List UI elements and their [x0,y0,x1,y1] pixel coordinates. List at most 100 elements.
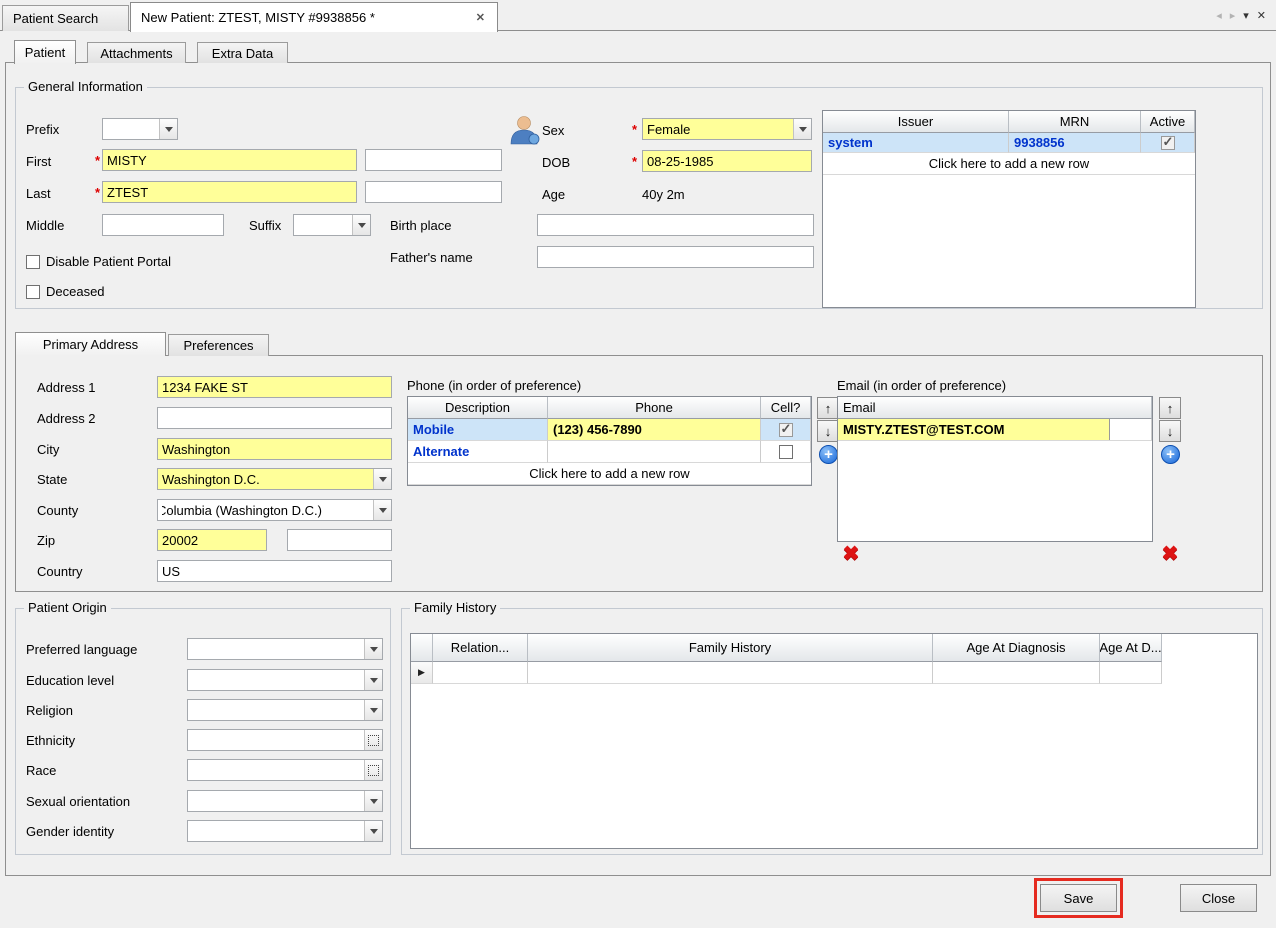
relation-column-header[interactable]: Relation... [433,634,528,662]
relation-cell[interactable] [433,662,528,684]
phone-column-header[interactable]: Phone [548,397,761,419]
phone-description-cell[interactable]: Alternate [408,441,548,463]
chevron-down-icon[interactable] [352,215,370,235]
religion-select[interactable] [187,699,383,721]
close-button[interactable]: Close [1180,884,1257,912]
issuer-column-header[interactable]: Issuer [823,111,1009,133]
sexual-orientation-select[interactable] [187,790,383,812]
tab-attachments[interactable]: Attachments [87,42,186,63]
family-history-column-header[interactable]: Family History [528,634,933,662]
scroll-right-icon[interactable]: ▸ [1230,9,1236,22]
cell-checkbox[interactable] [778,421,793,437]
country-input[interactable] [157,560,392,582]
last-name-alt-input[interactable] [365,181,502,203]
chevron-down-icon[interactable] [364,791,382,811]
age-at-diagnosis-cell[interactable] [933,662,1100,684]
chevron-down-icon[interactable] [159,119,177,139]
family-history-group: Family History Relation... Family Histor… [401,600,1263,855]
dob-input[interactable] [642,150,812,172]
email-row[interactable]: MISTY.ZTEST@TEST.COM [838,419,1152,441]
mrn-add-row[interactable]: Click here to add a new row [823,153,1195,175]
mrn-cell[interactable]: 9938856 [1009,133,1141,153]
phone-number-cell[interactable] [548,441,761,463]
zip-input[interactable] [157,529,267,551]
cell-checkbox[interactable] [778,444,793,459]
email-cell[interactable]: MISTY.ZTEST@TEST.COM [838,419,1152,441]
preferred-language-select[interactable] [187,638,383,660]
suffix-select[interactable] [293,214,371,236]
phone-add-row[interactable]: Click here to add a new row [408,463,811,485]
deceased-checkbox[interactable] [26,284,40,299]
family-history-row[interactable]: ▶ [411,662,1257,684]
email-delete-button[interactable]: ✖ [1159,542,1181,565]
chevron-down-icon[interactable] [793,119,811,139]
chevron-down-icon[interactable] [364,821,382,841]
address1-input[interactable] [157,376,392,398]
first-name-input[interactable] [102,149,357,171]
tab-preferences[interactable]: Preferences [168,334,269,356]
email-move-up-button[interactable]: ↑ [1159,397,1181,419]
email-add-button[interactable]: + [1161,445,1180,464]
age-at-death-cell[interactable] [1100,662,1162,684]
prefix-select[interactable] [102,118,178,140]
chevron-down-icon[interactable] [364,670,382,690]
tab-patient-search[interactable]: Patient Search [2,5,129,31]
age-at-death-column-header[interactable]: Age At D... [1100,634,1162,662]
tab-new-patient[interactable]: New Patient: ZTEST, MISTY #9938856 * ✕ [130,2,498,32]
mrn-row[interactable]: system 9938856 [823,133,1195,153]
email-column-header[interactable]: Email [838,397,1152,419]
scroll-left-icon[interactable]: ◂ [1216,9,1222,22]
phone-row-mobile[interactable]: Mobile (123) 456-7890 [408,419,811,441]
zip-ext-input[interactable] [287,529,392,551]
family-history-cell[interactable] [528,662,933,684]
phone-row-alternate[interactable]: Alternate [408,441,811,463]
chevron-down-icon[interactable] [364,639,382,659]
patient-photo-button[interactable] [507,112,541,146]
active-cell [1141,133,1195,153]
county-select[interactable]: Columbia (Washington D.C.) [157,499,392,521]
city-input[interactable] [157,438,392,460]
middle-name-input[interactable] [102,214,224,236]
race-select[interactable] [187,759,383,781]
active-column-header[interactable]: Active [1141,111,1195,133]
multi-select-icon[interactable] [364,730,382,750]
age-at-diagnosis-column-header[interactable]: Age At Diagnosis [933,634,1100,662]
phone-add-button[interactable]: + [819,445,838,464]
tab-patient[interactable]: Patient [14,40,76,64]
tab-list-icon[interactable]: ▾ [1243,9,1249,22]
phone-delete-button[interactable]: ✖ [840,542,862,565]
tab-close-icon[interactable]: ✕ [474,11,487,24]
active-checkbox[interactable] [1160,134,1175,150]
disable-portal-checkbox[interactable] [26,254,40,269]
phone-move-up-button[interactable]: ↑ [817,397,839,419]
close-icon[interactable]: ✕ [1257,9,1266,22]
tab-primary-address[interactable]: Primary Address [15,332,166,356]
chevron-down-icon[interactable] [373,469,391,489]
mrn-column-header[interactable]: MRN [1009,111,1141,133]
gender-identity-select[interactable] [187,820,383,842]
required-marker: * [95,153,101,168]
issuer-cell[interactable]: system [823,133,1009,153]
email-move-down-button[interactable]: ↓ [1159,420,1181,442]
cell-column-header[interactable]: Cell? [761,397,811,419]
phone-description-cell[interactable]: Mobile [408,419,548,441]
phone-number-cell[interactable]: (123) 456-7890 [548,419,761,441]
email-value[interactable]: MISTY.ZTEST@TEST.COM [838,419,1110,440]
first-name-alt-input[interactable] [365,149,502,171]
birth-place-input[interactable] [537,214,814,236]
description-column-header[interactable]: Description [408,397,548,419]
phone-move-down-button[interactable]: ↓ [817,420,839,442]
row-selector-cell[interactable]: ▶ [411,662,433,684]
education-level-select[interactable] [187,669,383,691]
save-button[interactable]: Save [1040,884,1117,912]
chevron-down-icon[interactable] [373,500,391,520]
ethnicity-select[interactable] [187,729,383,751]
state-select[interactable]: Washington D.C. [157,468,392,490]
last-name-input[interactable] [102,181,357,203]
address2-input[interactable] [157,407,392,429]
sex-select[interactable]: Female [642,118,812,140]
chevron-down-icon[interactable] [364,700,382,720]
fathers-name-input[interactable] [537,246,814,268]
multi-select-icon[interactable] [364,760,382,780]
tab-extra-data[interactable]: Extra Data [197,42,288,63]
